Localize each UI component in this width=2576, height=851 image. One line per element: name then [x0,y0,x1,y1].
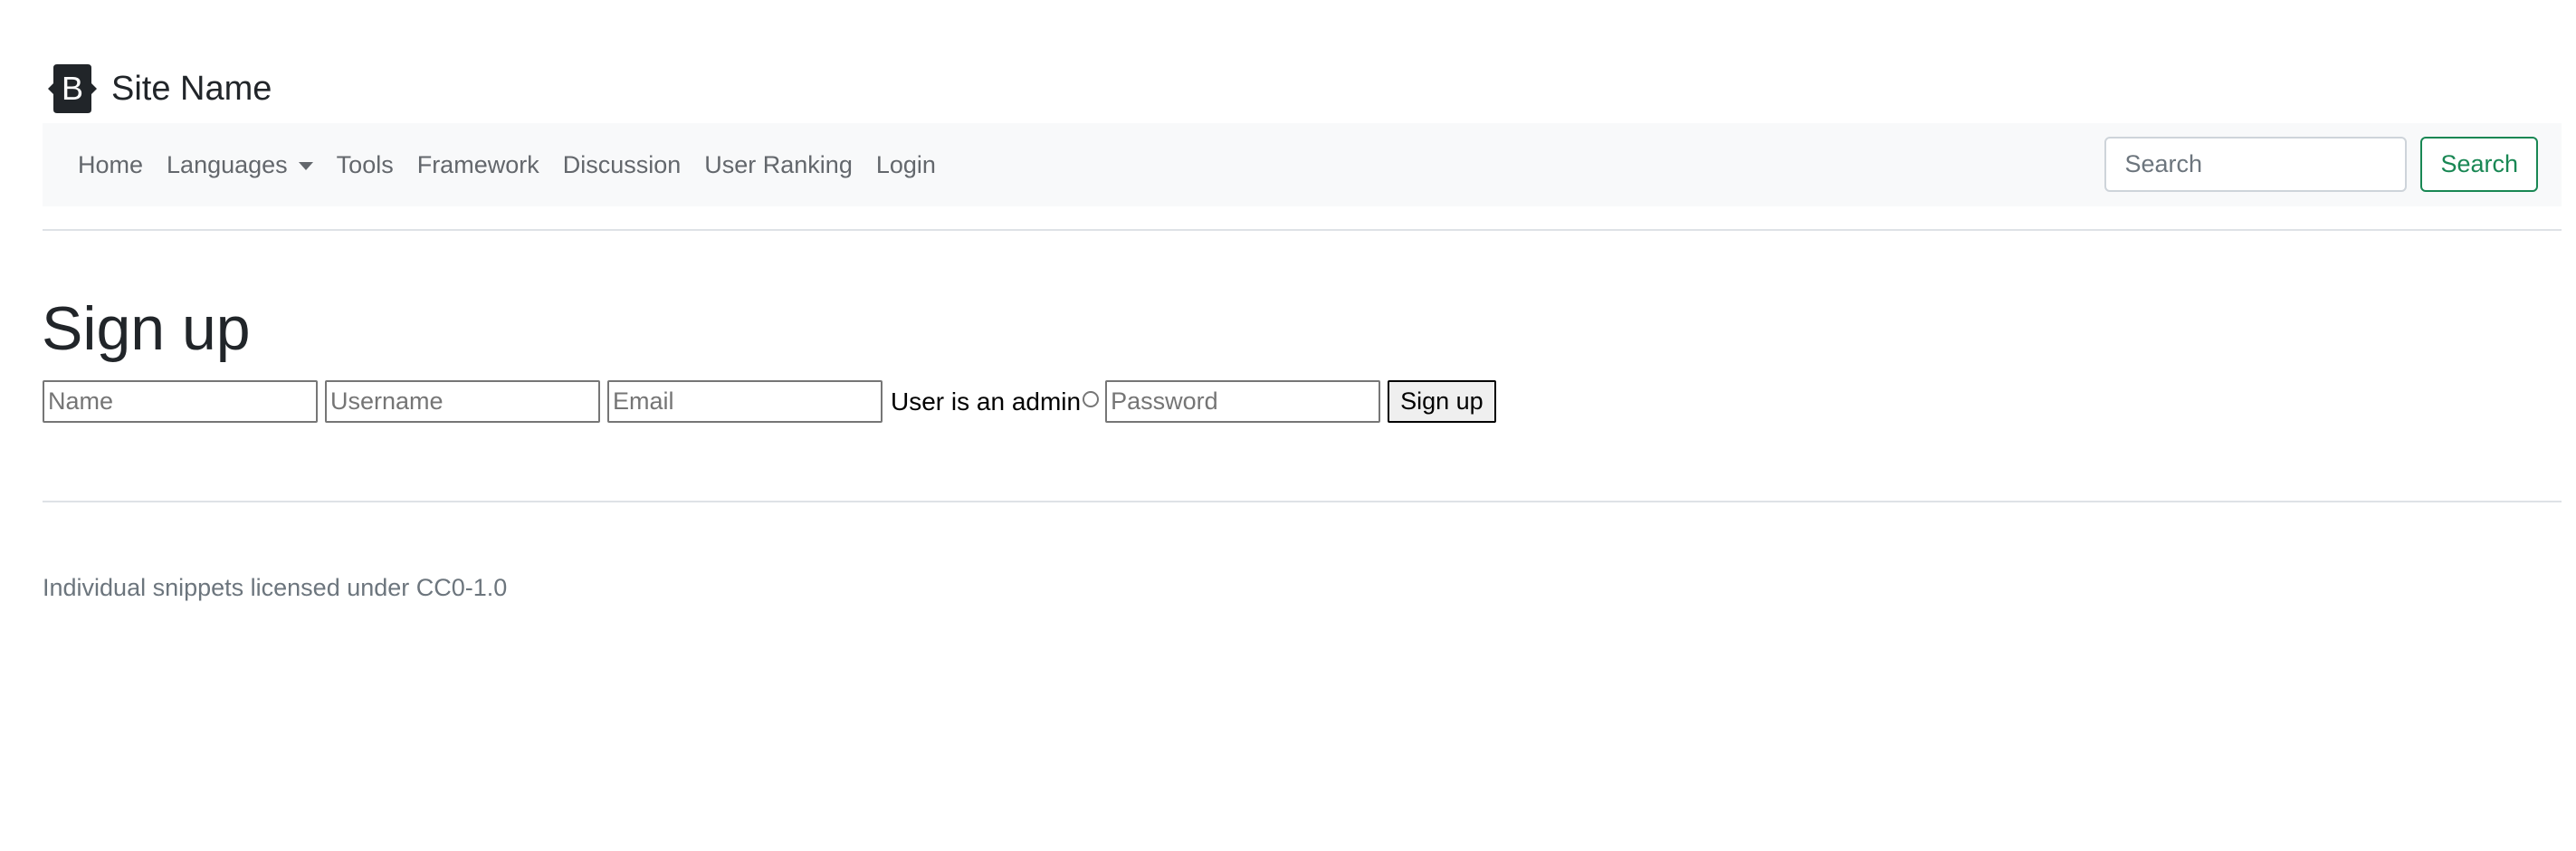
name-input[interactable] [43,380,318,423]
footer-license-text: Individual snippets licensed under CC0-1… [43,574,508,601]
navbar: Home Languages Tools Framework Discussio… [43,123,2562,206]
search-form: Search [2104,137,2538,192]
bootstrap-logo-icon: B [48,64,97,113]
search-button[interactable]: Search [2420,137,2538,192]
site-name: Site Name [111,70,272,108]
nav-item-tools[interactable]: Tools [325,151,405,179]
nav-item-user-ranking[interactable]: User Ranking [692,151,864,179]
nav-item-discussion[interactable]: Discussion [551,151,693,179]
page: B Site Name Home Languages Tools Framewo… [0,0,2576,851]
caret-down-icon [298,161,313,170]
admin-radio[interactable] [1083,390,1100,407]
page-title: Sign up [42,294,251,363]
nav-item-login[interactable]: Login [864,151,948,179]
signup-form: User is an admin Sign up [43,380,1496,423]
brand-link[interactable]: B Site Name [43,63,272,114]
password-input[interactable] [1105,380,1381,423]
email-input[interactable] [607,380,883,423]
nav-item-languages-dropdown[interactable]: Languages [155,151,325,179]
footer-divider [43,501,2562,502]
nav-item-home[interactable]: Home [66,151,155,179]
username-input[interactable] [325,380,600,423]
admin-label: User is an admin [891,387,1082,416]
logo-letter: B [62,70,83,107]
search-input[interactable] [2104,137,2408,192]
signup-button[interactable]: Sign up [1388,380,1496,423]
header-divider [43,229,2562,231]
nav-item-languages-label: Languages [167,150,288,178]
nav-links: Home Languages Tools Framework Discussio… [66,151,948,179]
nav-item-framework[interactable]: Framework [405,151,551,179]
